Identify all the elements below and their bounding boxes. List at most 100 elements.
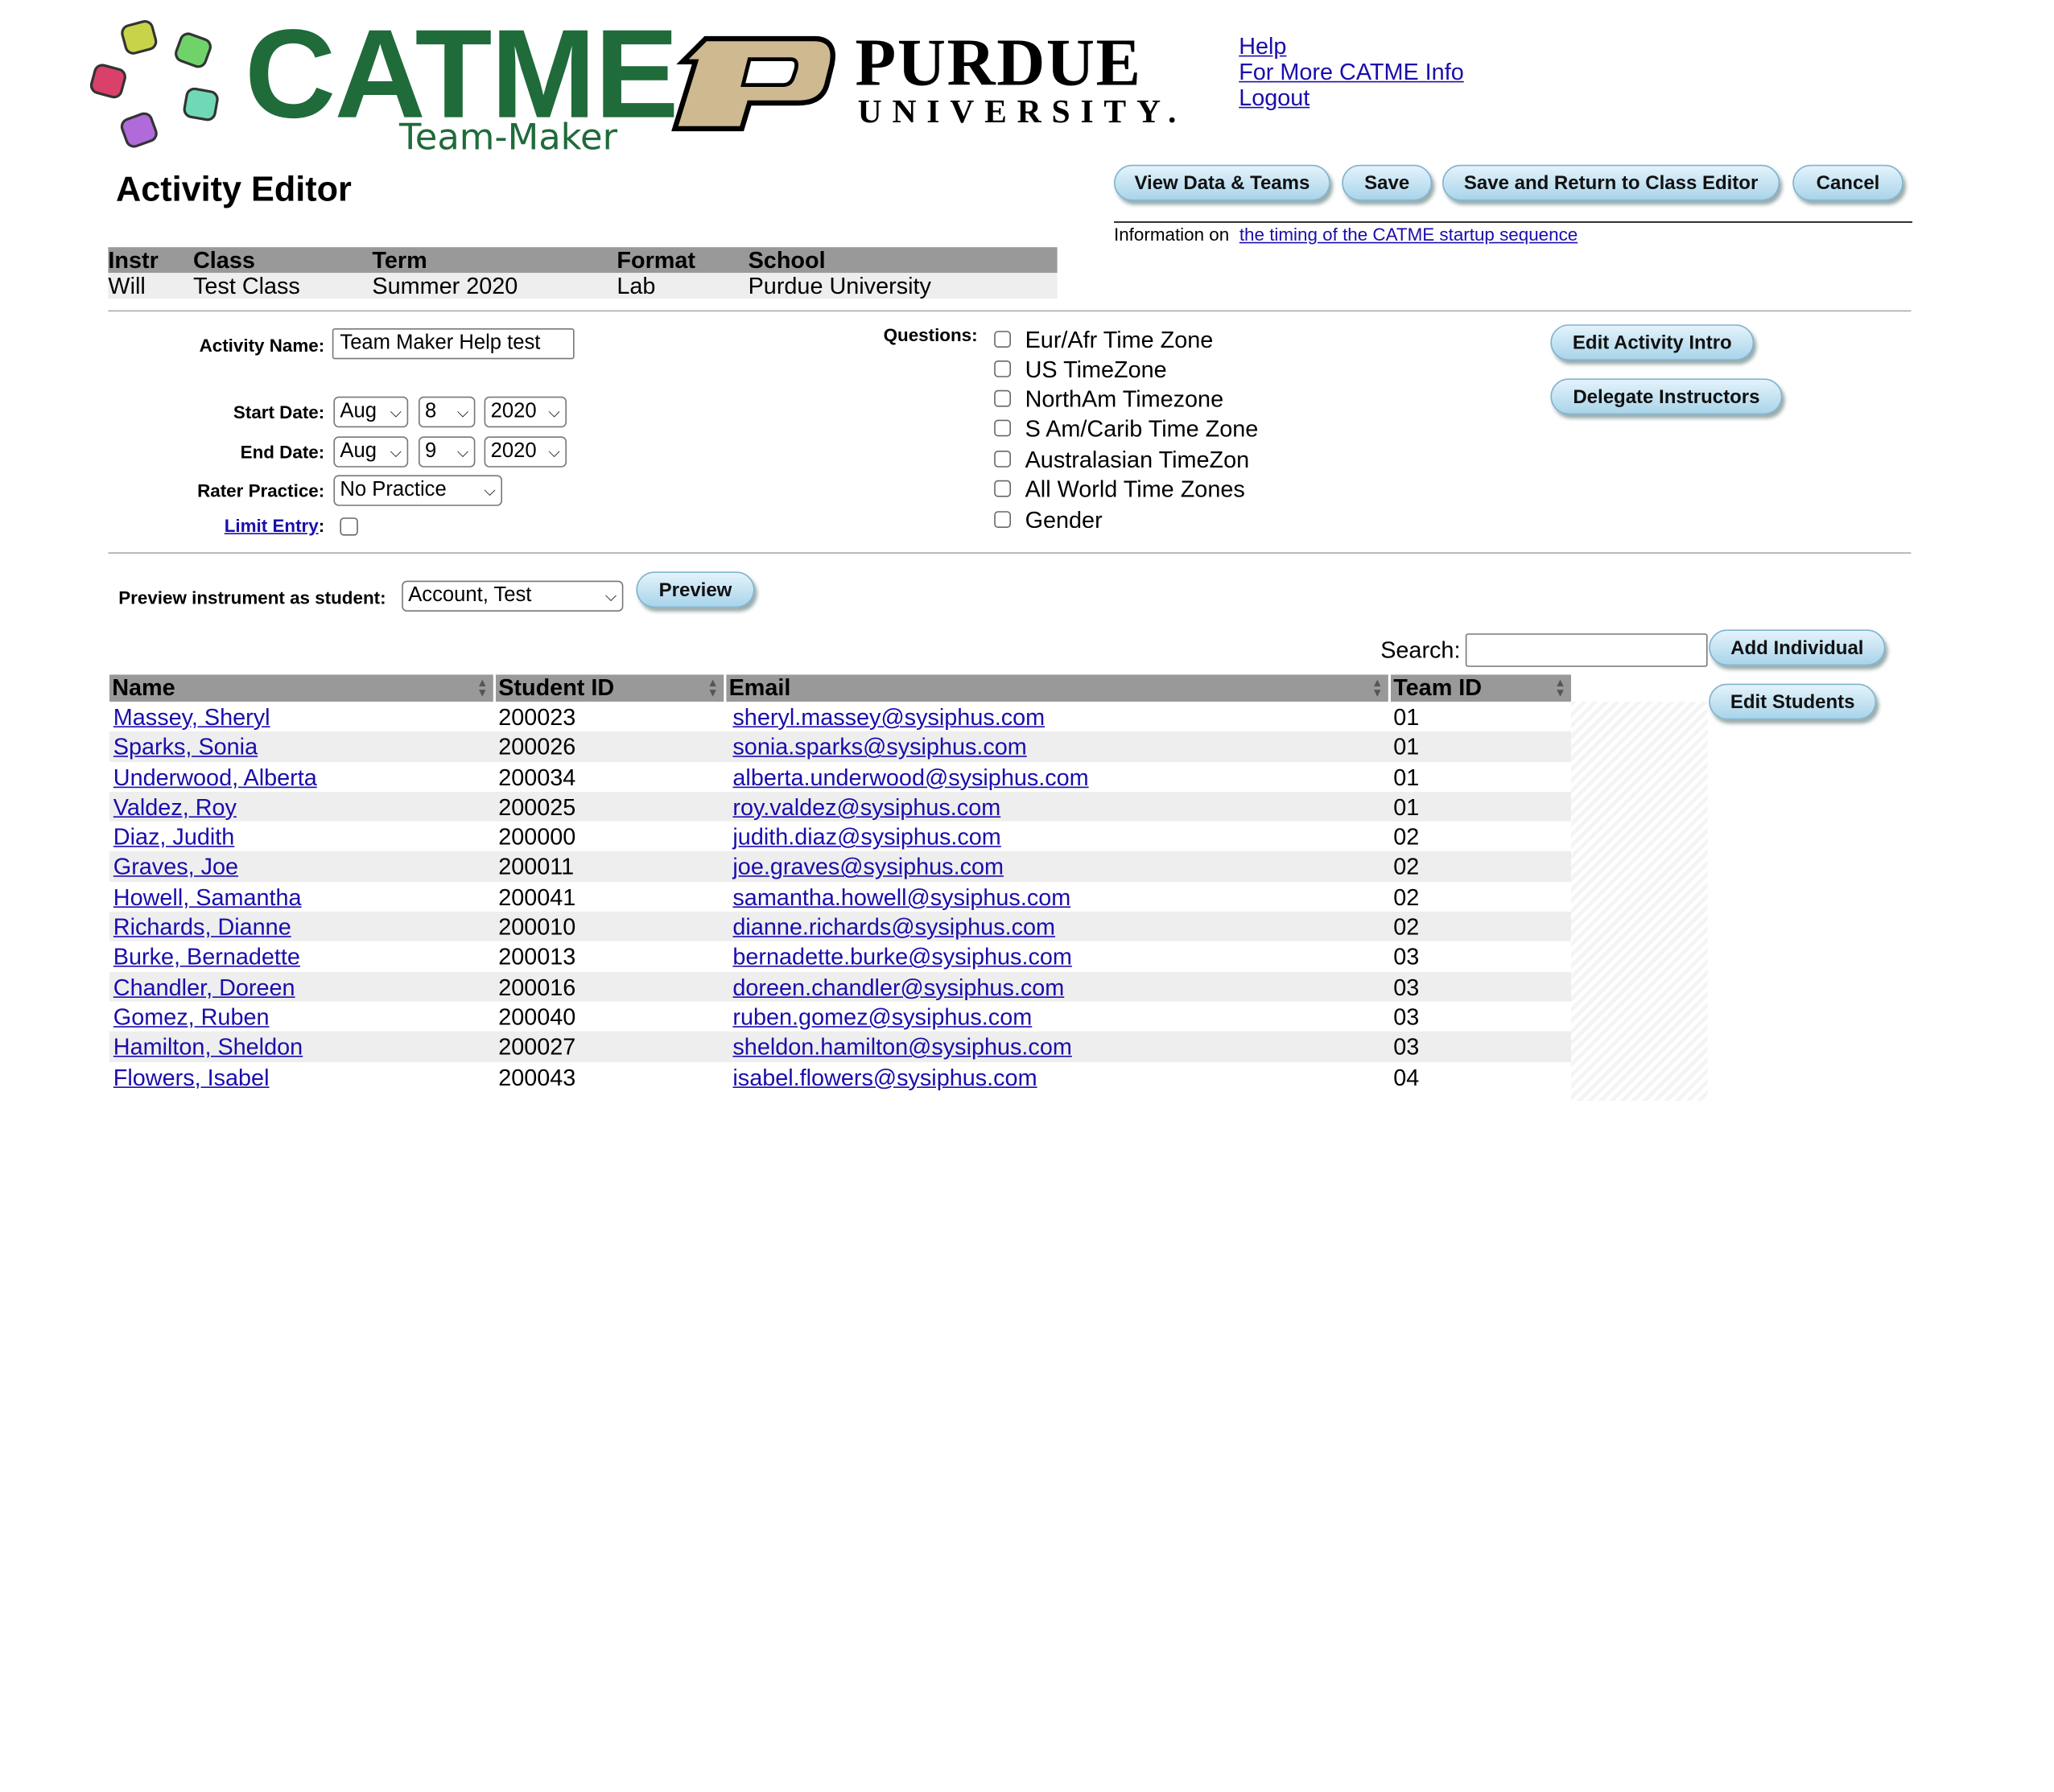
divider — [108, 310, 1912, 312]
cancel-button[interactable]: Cancel — [1792, 164, 1903, 201]
question-checkbox[interactable] — [994, 451, 1011, 468]
start-day-select[interactable]: 8 ⌵ — [419, 396, 476, 428]
page-title: Activity Editor — [116, 170, 352, 209]
add-individual-button[interactable]: Add Individual — [1709, 629, 1886, 666]
sort-icon: ▲ ▼ — [707, 676, 719, 699]
team-id: 01 — [1393, 764, 1420, 790]
student-email-link[interactable]: doreen.chandler@sysiphus.com — [732, 971, 1064, 1002]
column-name[interactable]: Name ▲ ▼ — [109, 674, 496, 702]
table-row: Howell, Samantha 200041 samantha.howell@sy… — [109, 881, 1571, 912]
questions-label: Questions: — [883, 324, 978, 345]
end-year-select[interactable]: 2020 ⌵ — [484, 436, 567, 468]
preview-student-select[interactable]: Account, Test ⌵ — [402, 580, 624, 612]
student-name-link[interactable]: Howell, Samantha — [113, 882, 302, 912]
student-email-link[interactable]: sheldon.hamilton@sysiphus.com — [732, 1032, 1071, 1062]
student-name-link[interactable]: Graves, Joe — [113, 851, 238, 882]
timing-link[interactable]: the timing of the CATME startup sequence — [1239, 224, 1578, 245]
student-email-link[interactable]: ruben.gomez@sysiphus.com — [732, 1002, 1032, 1032]
table-filler — [1571, 702, 1708, 1101]
edit-students-button[interactable]: Edit Students — [1709, 683, 1877, 720]
team-id: 01 — [1393, 734, 1420, 760]
save-button[interactable]: Save — [1342, 164, 1433, 201]
student-email-link[interactable]: alberta.underwood@sysiphus.com — [732, 762, 1088, 793]
chevron-down-icon: ⌵ — [548, 402, 560, 421]
team-id: 03 — [1393, 1003, 1420, 1030]
question-checkbox[interactable] — [994, 360, 1011, 377]
student-email-link[interactable]: judith.diaz@sysiphus.com — [732, 822, 1000, 852]
table-row: Underwood, Alberta 200034 alberta.underwoo… — [109, 761, 1571, 793]
class-info-table: Instr Class Term Format School Will Test… — [108, 247, 1058, 299]
preview-button[interactable]: Preview — [636, 571, 755, 608]
limit-entry-link[interactable]: Limit Entry — [225, 515, 319, 536]
team-id: 02 — [1393, 914, 1420, 941]
student-id: 200041 — [498, 884, 576, 910]
student-name-link[interactable]: Valdez, Roy — [113, 792, 237, 822]
student-name-link[interactable]: Hamilton, Sheldon — [113, 1032, 303, 1062]
student-id: 200043 — [498, 1064, 576, 1090]
student-id: 200000 — [498, 824, 576, 851]
student-name-link[interactable]: Burke, Bernadette — [113, 941, 300, 972]
student-id: 200025 — [498, 794, 576, 821]
end-day-select[interactable]: 9 ⌵ — [419, 436, 476, 468]
team-id: 04 — [1393, 1064, 1420, 1090]
end-month-select[interactable]: Aug ⌵ — [333, 436, 409, 468]
student-name-link[interactable]: Underwood, Alberta — [113, 762, 317, 793]
catme-people-icon — [90, 19, 219, 148]
table-row: Hamilton, Sheldon 200027 sheldon.hamilton@… — [109, 1032, 1571, 1062]
team-id: 03 — [1393, 974, 1420, 1000]
edit-activity-intro-button[interactable]: Edit Activity Intro — [1550, 324, 1755, 360]
limit-entry-label: Limit Entry: — [224, 515, 325, 536]
sort-icon: ▲ ▼ — [476, 676, 489, 699]
rater-practice-select[interactable]: No Practice ⌵ — [333, 475, 502, 506]
column-team-id[interactable]: Team ID ▲ ▼ — [1391, 674, 1571, 702]
more-info-link[interactable]: For More CATME Info — [1239, 60, 1464, 85]
class-info-header: Instr Class Term Format School — [108, 247, 1058, 274]
help-link[interactable]: Help — [1239, 34, 1286, 60]
student-email-link[interactable]: dianne.richards@sysiphus.com — [732, 912, 1055, 942]
student-name-link[interactable]: Gomez, Ruben — [113, 1002, 270, 1032]
student-email-link[interactable]: roy.valdez@sysiphus.com — [732, 792, 1000, 822]
logout-link[interactable]: Logout — [1239, 85, 1310, 111]
student-name-link[interactable]: Flowers, Isabel — [113, 1061, 270, 1092]
start-year-select[interactable]: 2020 ⌵ — [484, 396, 567, 428]
student-email-link[interactable]: joe.graves@sysiphus.com — [732, 851, 1004, 882]
column-student-id[interactable]: Student ID ▲ ▼ — [496, 674, 727, 702]
student-name-link[interactable]: Sparks, Sonia — [113, 731, 258, 762]
save-return-button[interactable]: Save and Return to Class Editor — [1442, 164, 1780, 201]
student-email-link[interactable]: bernadette.burke@sysiphus.com — [732, 941, 1071, 972]
header-term: Term — [372, 247, 427, 274]
delegate-instructors-button[interactable]: Delegate Instructors — [1550, 378, 1783, 415]
student-email-link[interactable]: samantha.howell@sysiphus.com — [732, 882, 1070, 912]
student-name-link[interactable]: Richards, Dianne — [113, 912, 291, 942]
chevron-down-icon: ⌵ — [390, 442, 402, 460]
questions-list[interactable]: Eur/Afr Time Zone US TimeZone NorthAm Ti… — [992, 327, 1326, 528]
activity-name-input[interactable] — [332, 328, 575, 360]
limit-entry-checkbox[interactable] — [340, 517, 358, 536]
question-checkbox[interactable] — [994, 480, 1011, 497]
table-row: Chandler, Doreen 200016 doreen.chandler@sy… — [109, 971, 1571, 1002]
question-checkbox[interactable] — [994, 331, 1011, 348]
view-data-teams-button[interactable]: View Data & Teams — [1114, 164, 1330, 201]
student-email-link[interactable]: sonia.sparks@sysiphus.com — [732, 731, 1026, 762]
table-row: Diaz, Judith 200000 judith.diaz@sysiphus.c… — [109, 822, 1571, 852]
search-input[interactable] — [1465, 633, 1708, 667]
student-id: 200040 — [498, 1003, 576, 1030]
question-checkbox[interactable] — [994, 511, 1011, 528]
team-id: 01 — [1393, 704, 1420, 731]
format-value: Lab — [617, 273, 656, 299]
table-row: Burke, Bernadette 200013 bernadette.burke@… — [109, 941, 1571, 972]
student-name-link[interactable]: Chandler, Doreen — [113, 971, 295, 1002]
team-id: 03 — [1393, 1034, 1420, 1061]
question-checkbox[interactable] — [994, 419, 1011, 437]
catme-logo: CATME Team-Maker — [90, 10, 678, 159]
student-name-link[interactable]: Massey, Sheryl — [113, 702, 270, 732]
student-email-link[interactable]: sheryl.massey@sysiphus.com — [732, 702, 1045, 732]
table-row: Graves, Joe 200011 joe.graves@sysiphus.com… — [109, 851, 1571, 882]
student-id: 200010 — [498, 914, 576, 941]
table-row: Valdez, Roy 200025 roy.valdez@sysiphus.com… — [109, 791, 1571, 822]
question-checkbox[interactable] — [994, 389, 1011, 407]
column-email[interactable]: Email ▲ ▼ — [726, 674, 1391, 702]
start-month-select[interactable]: Aug ⌵ — [333, 396, 409, 428]
student-name-link[interactable]: Diaz, Judith — [113, 822, 234, 852]
student-email-link[interactable]: isabel.flowers@sysiphus.com — [732, 1061, 1037, 1092]
